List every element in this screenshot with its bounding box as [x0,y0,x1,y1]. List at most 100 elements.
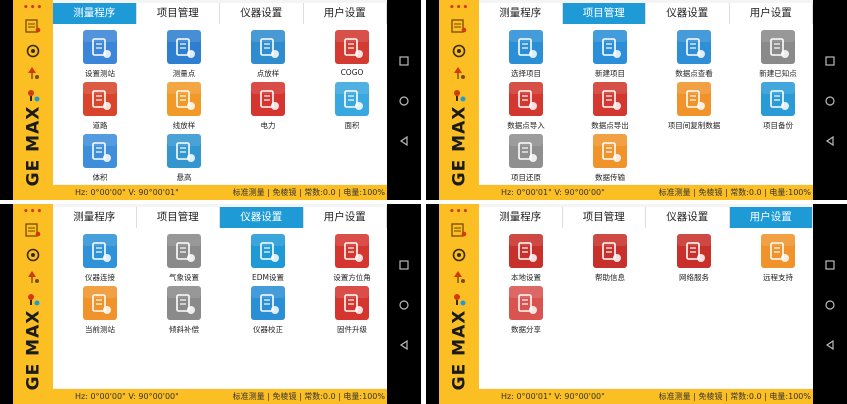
job-icon[interactable] [25,19,41,33]
data-transfer-icon [593,134,627,168]
screen-instrument-settings: ••• GE MAX 测量程序 项目管理 仪器设置 用户设置 仪器连接 气象设置 ED… [0,204,421,404]
app-tile[interactable]: 测量点 [151,30,217,82]
app-tile[interactable]: 面积 [319,82,385,134]
app-tile[interactable]: 选择项目 [493,30,559,82]
app-tile[interactable]: 数据点导出 [577,82,643,134]
recent-apps-icon[interactable] [824,55,836,67]
app-tile[interactable]: 新建已知点 [745,30,811,82]
tab-user-settings[interactable]: 用户设置 [730,3,813,24]
gemax-logo: GE MAX [23,105,44,187]
target-icon[interactable] [451,248,467,262]
current-station-icon [83,286,117,320]
app-tile[interactable]: EDM设置 [235,234,301,286]
app-tile[interactable]: 数据点查看 [661,30,727,82]
home-icon[interactable] [398,95,410,107]
android-nav-bar [387,0,421,200]
tab-survey-programs[interactable]: 测量程序 [479,207,563,228]
back-icon[interactable] [824,339,836,351]
tab-user-settings[interactable]: 用户设置 [304,3,387,24]
app-tile[interactable]: 项目间复制数据 [661,82,727,134]
app-tile[interactable]: 当前测站 [67,286,133,338]
app-tile[interactable]: 悬高 [151,134,217,186]
back-icon[interactable] [398,135,410,147]
job-icon[interactable] [451,223,467,237]
app-tile[interactable]: 仪器校正 [235,286,301,338]
target-icon[interactable] [451,44,467,58]
settings-icon[interactable] [25,292,41,306]
app-tile[interactable]: 电力 [235,82,301,134]
gemax-logo: GE MAX [449,309,470,391]
tile-label: 体积 [92,173,108,182]
app-tile[interactable]: 体积 [67,134,133,186]
home-icon[interactable] [398,299,410,311]
tile-label: 面积 [344,121,360,130]
tab-survey-programs[interactable]: 测量程序 [53,207,137,228]
tab-project-management[interactable]: 项目管理 [137,207,220,228]
target-icon[interactable] [25,248,41,262]
app-tile[interactable]: 本地设置 [493,234,559,286]
recent-apps-icon[interactable] [824,259,836,271]
tab-user-settings[interactable]: 用户设置 [304,207,387,228]
measure-mode-status: 标准测量 | 免棱镜 | 常数:0.0 | 电量:100% [232,188,385,197]
status-bar: Hz: 0°00'00" V: 90°00'01" 标准测量 | 免棱镜 | 常… [53,185,387,200]
measure-mode-status: 标准测量 | 免棱镜 | 常数:0.0 | 电量:100% [232,392,385,401]
tab-instrument-settings[interactable]: 仪器设置 [646,3,730,24]
app-tile[interactable]: 新建项目 [577,30,643,82]
app-tile[interactable]: 固件升级 [319,286,385,338]
tab-survey-programs[interactable]: 测量程序 [479,3,563,24]
view-points-icon [677,30,711,64]
home-icon[interactable] [824,95,836,107]
back-icon[interactable] [824,135,836,147]
app-tile[interactable]: 倾斜补偿 [151,286,217,338]
app-grid: 本地设置 帮助信息 网络服务 远程支持 数据分享 [479,228,813,388]
settings-icon[interactable] [451,292,467,306]
prism-icon[interactable] [25,270,41,284]
app-tile[interactable]: 帮助信息 [577,234,643,286]
tile-label: COGO [340,68,364,77]
tab-instrument-settings[interactable]: 仪器设置 [646,207,730,228]
recent-apps-icon[interactable] [398,259,410,271]
tab-project-management[interactable]: 项目管理 [137,3,220,24]
tab-survey-programs[interactable]: 测量程序 [53,3,137,24]
sidebar-dots[interactable]: ••• [23,3,43,13]
app-tile[interactable]: 线放样 [151,82,217,134]
sidebar: ••• GE MAX [439,204,479,404]
app-tile[interactable]: 项目备份 [745,82,811,134]
app-tile[interactable]: 数据点导入 [493,82,559,134]
tab-instrument-settings[interactable]: 仪器设置 [220,3,304,24]
target-icon[interactable] [25,44,41,58]
app-tile[interactable]: 道路 [67,82,133,134]
tab-user-settings[interactable]: 用户设置 [729,207,813,228]
tab-project-management[interactable]: 项目管理 [562,3,646,24]
sidebar-dots[interactable]: ••• [449,207,469,217]
tile-label: 线放样 [172,121,196,130]
app-tile[interactable]: 设置测站 [67,30,133,82]
cogo-icon [335,30,369,64]
app-tile[interactable]: 数据分享 [493,286,559,338]
recent-apps-icon[interactable] [398,55,410,67]
app-tile[interactable]: COGO [319,30,385,82]
prism-icon[interactable] [25,66,41,80]
back-icon[interactable] [398,339,410,351]
settings-icon[interactable] [25,88,41,102]
line-stakeout-icon [167,82,201,116]
job-icon[interactable] [451,19,467,33]
home-icon[interactable] [824,299,836,311]
app-tile[interactable]: 数据传输 [577,134,643,186]
app-tile[interactable]: 气象设置 [151,234,217,286]
app-tile[interactable]: 远程支持 [745,234,811,286]
app-tile[interactable]: 项目还原 [493,134,559,186]
app-tile[interactable]: 设置方位角 [319,234,385,286]
prism-icon[interactable] [451,66,467,80]
prism-icon[interactable] [451,270,467,284]
settings-icon[interactable] [451,88,467,102]
job-icon[interactable] [25,223,41,237]
sidebar-dots[interactable]: ••• [23,207,43,217]
app-tile[interactable]: 仪器连接 [67,234,133,286]
tab-project-management[interactable]: 项目管理 [563,207,646,228]
tile-label: 倾斜补偿 [169,325,199,334]
sidebar-dots[interactable]: ••• [449,3,469,13]
tab-instrument-settings[interactable]: 仪器设置 [220,207,304,228]
app-tile[interactable]: 点放样 [235,30,301,82]
app-tile[interactable]: 网络服务 [661,234,727,286]
